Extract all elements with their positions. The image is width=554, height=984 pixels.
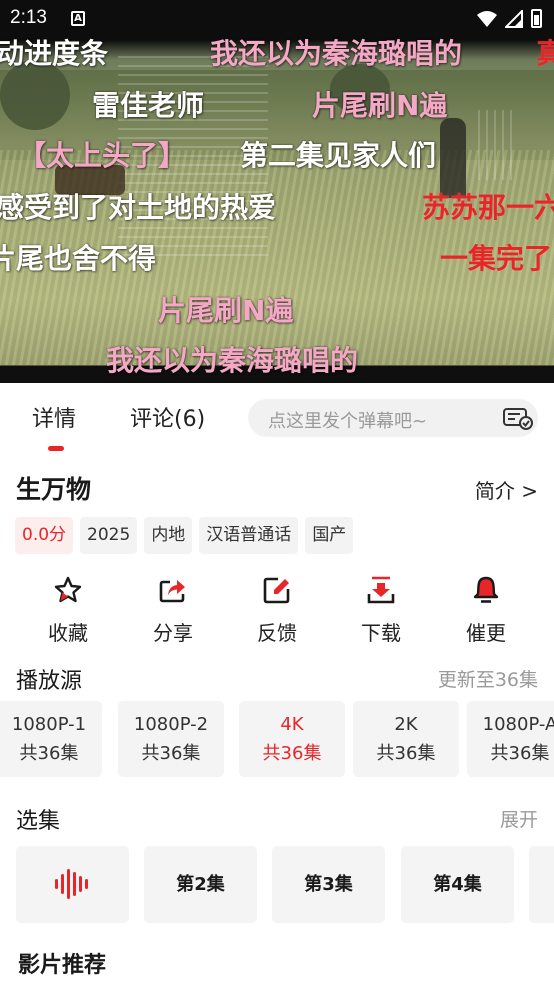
show-title: 生万物 [16,475,92,504]
sources-title: 播放源 [16,669,83,694]
source-episode-count: 共36集 [376,743,436,764]
status-time: 2:13 [10,7,47,28]
video-end-credits [478,110,518,180]
source-option[interactable]: 1080P-2 共36集 [118,701,224,777]
share-button[interactable]: 分享 [133,575,213,646]
video-frame-person [440,118,466,198]
danmaku-comment: 【太上头了】 [18,139,187,172]
source-episode-count: 共36集 [262,743,322,764]
danmaku-settings-icon[interactable] [500,405,536,431]
danmaku-comment: 片尾也舍不得 [0,242,157,275]
intro-link[interactable]: 简介 > [475,475,538,504]
tab-comments[interactable]: 评论(6) [130,401,205,433]
tab-detail[interactable]: 详情 [32,401,76,433]
edit-icon [263,577,290,604]
recommend-title: 影片推荐 [18,953,107,978]
episode-item[interactable]: 第2集 [144,846,257,923]
episodes-title: 选集 [16,809,61,834]
download-icon [367,576,395,604]
rating-tag: 0.0分 [15,517,74,554]
source-option[interactable]: 1080P-A 共36集 [467,701,554,777]
source-episode-count: 共36集 [141,743,201,764]
status-bar: 2:13 A [0,0,554,38]
battery-icon [531,9,542,28]
origin-tag: 国产 [305,517,354,554]
status-icons [477,9,542,28]
download-label: 下载 [361,621,401,645]
source-option[interactable]: 1080P-1 共36集 [0,701,102,777]
episode-item[interactable]: 第3集 [272,846,385,923]
episode-item[interactable]: 第4集 [401,846,514,923]
source-option-selected[interactable]: 4K 共36集 [239,701,345,777]
share-label: 分享 [153,621,193,645]
danmaku-comment: 真 [536,37,554,70]
region-tag: 内地 [144,517,193,554]
active-tab-indicator [48,446,64,451]
video-frame-tree [0,60,70,130]
update-status: 更新至36集 [437,669,538,691]
danmaku-comment: 苏苏那一六 [422,191,554,224]
episode-item-playing[interactable] [16,846,129,923]
notification-a-icon: A [71,11,85,26]
expand-button[interactable]: 展开 [500,805,538,832]
danmaku-comment: 我还以为秦海璐唱的 [210,37,463,70]
feedback-button[interactable]: 反馈 [237,575,317,646]
urge-update-button[interactable]: 催更 [446,575,526,646]
source-quality: 2K [394,714,418,735]
danmaku-comment: 动进度条 [0,37,109,70]
source-quality: 1080P-A [482,714,554,735]
source-option[interactable]: 2K 共36集 [353,701,459,777]
detail-tabs-bar: 详情 评论(6) 点这里发个弹幕吧~ [0,383,554,455]
danmaku-input[interactable]: 点这里发个弹幕吧~ [248,399,538,437]
danmaku-input-placeholder: 点这里发个弹幕吧~ [268,411,428,432]
playing-bars-icon [55,869,88,899]
signal-icon [505,9,523,28]
favorite-button[interactable]: 收藏 [28,575,108,646]
danmaku-comment: 雷佳老师 [92,89,205,122]
download-button[interactable]: 下载 [341,575,421,646]
year-tag: 2025 [80,517,138,554]
source-quality: 1080P-1 [11,714,87,735]
source-quality: 4K [280,714,304,735]
language-tag: 汉语普通话 [199,517,299,554]
video-player[interactable]: 动进度条 我还以为秦海璐唱的 真 雷佳老师 片尾刷N遍 【太上头了】 第二集见家… [0,0,554,383]
danmaku-comment: 片尾刷N遍 [158,294,294,327]
danmaku-comment: 第二集见家人们 [240,139,437,172]
action-bar: 收藏 分享 反馈 下载 催更 [0,575,554,645]
danmaku-comment: 我还以为秦海璐唱的 [106,344,359,377]
danmaku-comment: 感受到了对土地的热爱 [0,191,277,224]
bell-icon [473,576,499,603]
source-episode-count: 共36集 [490,743,550,764]
danmaku-comment: 片尾刷N遍 [312,89,448,122]
favorite-label: 收藏 [48,621,88,645]
star-icon [54,576,82,603]
episode-item-partial[interactable] [529,846,554,923]
show-tags: 0.0分 2025 内地 汉语普通话 国产 [15,517,354,554]
source-episode-count: 共36集 [19,743,79,764]
wifi-icon [477,10,497,27]
share-icon [159,580,185,603]
source-quality: 1080P-2 [133,714,209,735]
danmaku-comment: 一集完了 [440,242,553,275]
urge-update-label: 催更 [466,621,506,645]
feedback-label: 反馈 [257,621,297,645]
